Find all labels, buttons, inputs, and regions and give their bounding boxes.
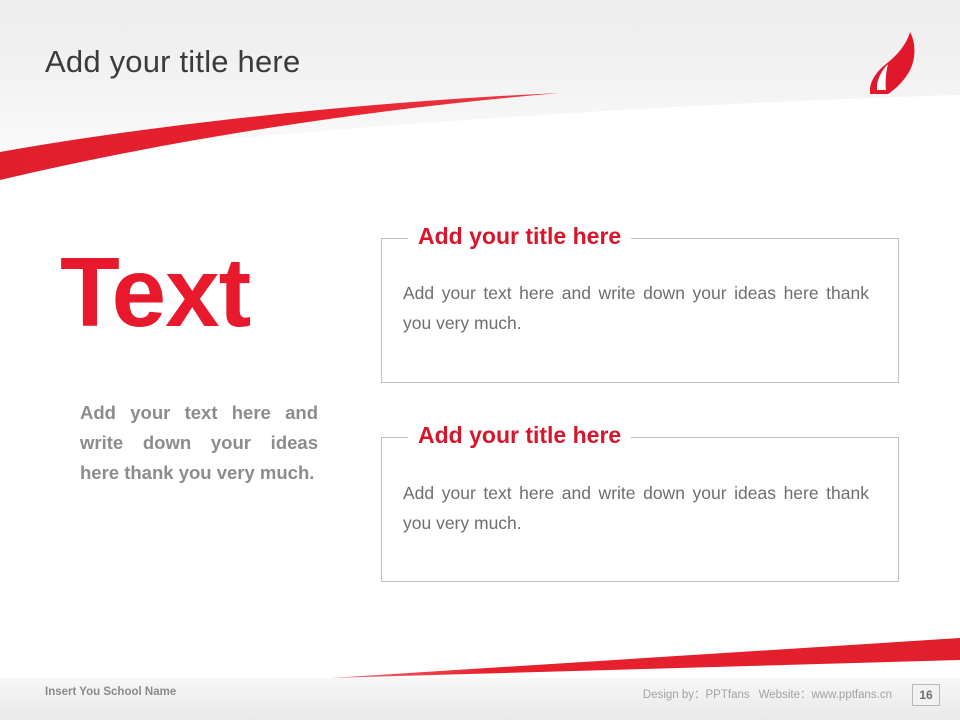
footer-credit: Design by：PPTfans Website：www.pptfans.cn [643, 686, 892, 702]
footer-website: Website：www.pptfans.cn [758, 689, 892, 701]
left-headline: Text [60, 237, 251, 347]
content-box-1-title: Add your title here [408, 225, 632, 248]
content-box-1-body: Add your text here and write down your i… [403, 283, 869, 334]
footer-design-by: Design by：PPTfans [642, 689, 750, 701]
left-paragraph: Add your text here and write down your i… [80, 402, 318, 483]
content-box-2-body: Add your text here and write down your i… [403, 483, 869, 534]
header-background [0, 0, 960, 180]
footer-school-name: Insert You School Name [45, 686, 177, 698]
slide: Add your title here Text Add your text h… [0, 0, 960, 720]
content-box-2-title: Add your title here [408, 424, 632, 447]
page-number-badge: 16 [912, 684, 940, 706]
flame-logo [870, 32, 915, 94]
page-title: Add your title here [45, 44, 301, 79]
